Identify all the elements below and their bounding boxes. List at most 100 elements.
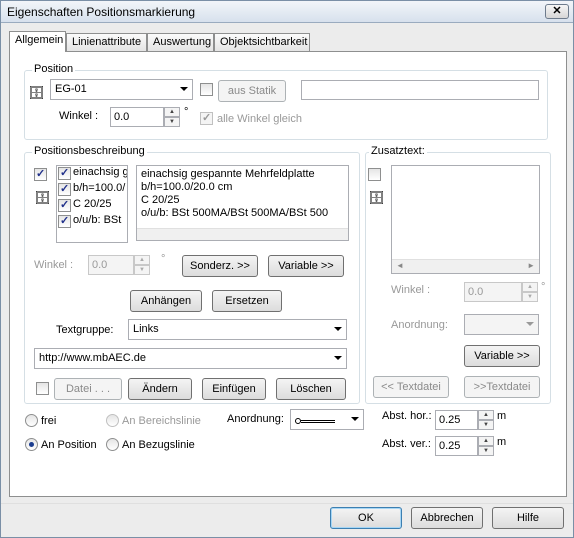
beschreibung-textarea[interactable]: einachsig gespannte Mehrfeldplatte b/h=1… xyxy=(136,165,349,241)
abst-hor-spinner[interactable]: ▲ ▼ xyxy=(478,410,494,430)
position-name-select[interactable]: EG-01 xyxy=(50,79,193,100)
list-item-label: b/h=100.0/ xyxy=(73,182,126,194)
horizontal-scrollbar[interactable] xyxy=(137,228,348,240)
arrow-up-icon[interactable]: ▲ xyxy=(478,410,494,420)
position-group-label: Position xyxy=(32,63,76,75)
ok-button[interactable]: OK xyxy=(330,507,402,529)
frei-radio[interactable] xyxy=(25,414,38,427)
list-item-checkbox[interactable] xyxy=(58,166,71,180)
list-item-label: o/u/b: BSt xyxy=(73,214,122,226)
chevron-down-icon xyxy=(180,87,188,91)
frei-label: frei xyxy=(41,415,57,427)
winkel-unit: ° xyxy=(184,106,189,118)
abbrechen-button[interactable]: Abbrechen xyxy=(411,507,483,529)
zusatztext-anordnung-select[interactable] xyxy=(464,314,539,335)
zusatztext-variable-button[interactable]: Variable >> xyxy=(464,345,540,367)
arrow-down-icon[interactable]: ▼ xyxy=(164,117,180,127)
position-extra-field[interactable] xyxy=(301,80,539,100)
zusatztext-textarea[interactable]: ◄ ► xyxy=(391,165,540,274)
list-item-label: einachsig g xyxy=(73,166,128,178)
aendern-button[interactable]: Ändern xyxy=(128,378,192,400)
beschreibung-listbox[interactable]: einachsig g b/h=100.0/ C 20/25 o/u/b: BS… xyxy=(56,165,128,243)
list-item-checkbox[interactable] xyxy=(58,182,71,196)
url-select[interactable]: http://www.mbAEC.de xyxy=(34,348,347,369)
anhaengen-button[interactable]: Anhängen xyxy=(130,290,202,312)
list-item[interactable]: einachsig g xyxy=(57,166,127,182)
winkel-input[interactable]: 0.0 xyxy=(110,107,164,127)
arrow-up-icon[interactable]: ▲ xyxy=(522,282,538,292)
textgruppe-select[interactable]: Links xyxy=(128,319,347,340)
zusatztext-winkel-spinner[interactable]: ▲ ▼ xyxy=(522,282,538,302)
tab-auswertung[interactable]: Auswertung xyxy=(147,33,214,51)
arrow-left-icon[interactable]: ◄ xyxy=(396,261,404,270)
cabinet-icon[interactable]: 🗄 xyxy=(368,190,385,206)
datei-checkbox[interactable] xyxy=(36,382,49,395)
beschreibung-winkel-input[interactable]: 0.0 xyxy=(88,255,134,275)
position-name-value: EG-01 xyxy=(55,83,87,95)
anordnung-label: Anordnung: xyxy=(227,413,284,425)
arrow-up-icon[interactable]: ▲ xyxy=(164,107,180,117)
an-bereichslinie-radio[interactable] xyxy=(106,414,119,427)
sonderz-button[interactable]: Sonderz. >> xyxy=(182,255,258,277)
textdatei-prev-button[interactable]: << Textdatei xyxy=(373,376,449,398)
alle-winkel-label: alle Winkel gleich xyxy=(217,113,302,125)
beschreibung-checkbox[interactable] xyxy=(34,167,47,181)
beschreibung-winkel-unit: ° xyxy=(161,253,166,265)
abst-ver-input[interactable]: 0.25 xyxy=(435,436,478,456)
abst-hor-unit: m xyxy=(497,410,507,422)
line-icon xyxy=(301,420,335,423)
text-line: C 20/25 xyxy=(141,194,180,206)
chevron-down-icon xyxy=(526,322,534,326)
list-item[interactable]: b/h=100.0/ xyxy=(57,182,127,198)
arrow-up-icon[interactable]: ▲ xyxy=(134,255,150,265)
tab-panel: Position 🗄 EG-01 aus Statik Winkel : 0.0… xyxy=(9,51,567,497)
arrow-up-icon[interactable]: ▲ xyxy=(478,436,494,446)
arrow-down-icon[interactable]: ▼ xyxy=(478,420,494,430)
zusatztext-winkel-label: Winkel : xyxy=(391,284,431,296)
textgruppe-label: Textgruppe: xyxy=(56,324,114,336)
aus-statik-checkbox[interactable] xyxy=(200,83,213,96)
zusatztext-winkel-input[interactable]: 0.0 xyxy=(464,282,522,302)
url-value: http://www.mbAEC.de xyxy=(39,352,146,364)
arrow-down-icon[interactable]: ▼ xyxy=(134,265,150,275)
list-item[interactable]: o/u/b: BSt xyxy=(57,214,127,230)
chevron-down-icon xyxy=(334,356,342,360)
winkel-spinner[interactable]: ▲ ▼ xyxy=(164,107,180,127)
tab-allgemein[interactable]: Allgemein xyxy=(9,31,66,52)
textdatei-next-button[interactable]: >>Textdatei xyxy=(464,376,540,398)
horizontal-scrollbar[interactable]: ◄ ► xyxy=(392,259,539,273)
arrow-down-icon[interactable]: ▼ xyxy=(522,292,538,302)
list-item-checkbox[interactable] xyxy=(58,198,71,212)
zusatztext-checkbox[interactable] xyxy=(368,168,381,181)
tab-linienattribute[interactable]: Linienattribute xyxy=(66,33,147,51)
aus-statik-button[interactable]: aus Statik xyxy=(218,80,286,102)
title-bar: Eigenschaften Positionsmarkierung ✕ xyxy=(1,1,573,23)
abst-ver-spinner[interactable]: ▲ ▼ xyxy=(478,436,494,456)
cabinet-icon[interactable]: 🗄 xyxy=(28,85,45,101)
hilfe-button[interactable]: Hilfe xyxy=(492,507,564,529)
alle-winkel-checkbox[interactable] xyxy=(200,111,213,125)
tab-objektsichtbarkeit[interactable]: Objektsichtbarkeit xyxy=(214,33,310,51)
list-item[interactable]: C 20/25 xyxy=(57,198,127,214)
an-position-radio[interactable] xyxy=(25,438,38,451)
variable-button[interactable]: Variable >> xyxy=(268,255,344,277)
dialog-window: Eigenschaften Positionsmarkierung ✕ Allg… xyxy=(0,0,574,538)
an-bezugslinie-radio[interactable] xyxy=(106,438,119,451)
abst-hor-input[interactable]: 0.25 xyxy=(435,410,478,430)
ersetzen-button[interactable]: Ersetzen xyxy=(212,290,282,312)
datei-button[interactable]: Datei . . . xyxy=(54,378,122,400)
cabinet-icon[interactable]: 🗄 xyxy=(34,190,51,206)
an-position-label: An Position xyxy=(41,439,97,451)
beschreibung-winkel-spinner[interactable]: ▲ ▼ xyxy=(134,255,150,275)
textgruppe-value: Links xyxy=(133,323,159,335)
window-title: Eigenschaften Positionsmarkierung xyxy=(7,5,196,19)
arrow-right-icon[interactable]: ► xyxy=(527,261,535,270)
list-item-checkbox[interactable] xyxy=(58,214,71,228)
close-button[interactable]: ✕ xyxy=(545,4,569,19)
einfuegen-button[interactable]: Einfügen xyxy=(202,378,266,400)
loeschen-button[interactable]: Löschen xyxy=(276,378,346,400)
zusatztext-group-label: Zusatztext: xyxy=(369,145,427,157)
abst-ver-label: Abst. ver.: xyxy=(382,438,431,450)
anordnung-select[interactable] xyxy=(290,409,364,430)
arrow-down-icon[interactable]: ▼ xyxy=(478,446,494,456)
